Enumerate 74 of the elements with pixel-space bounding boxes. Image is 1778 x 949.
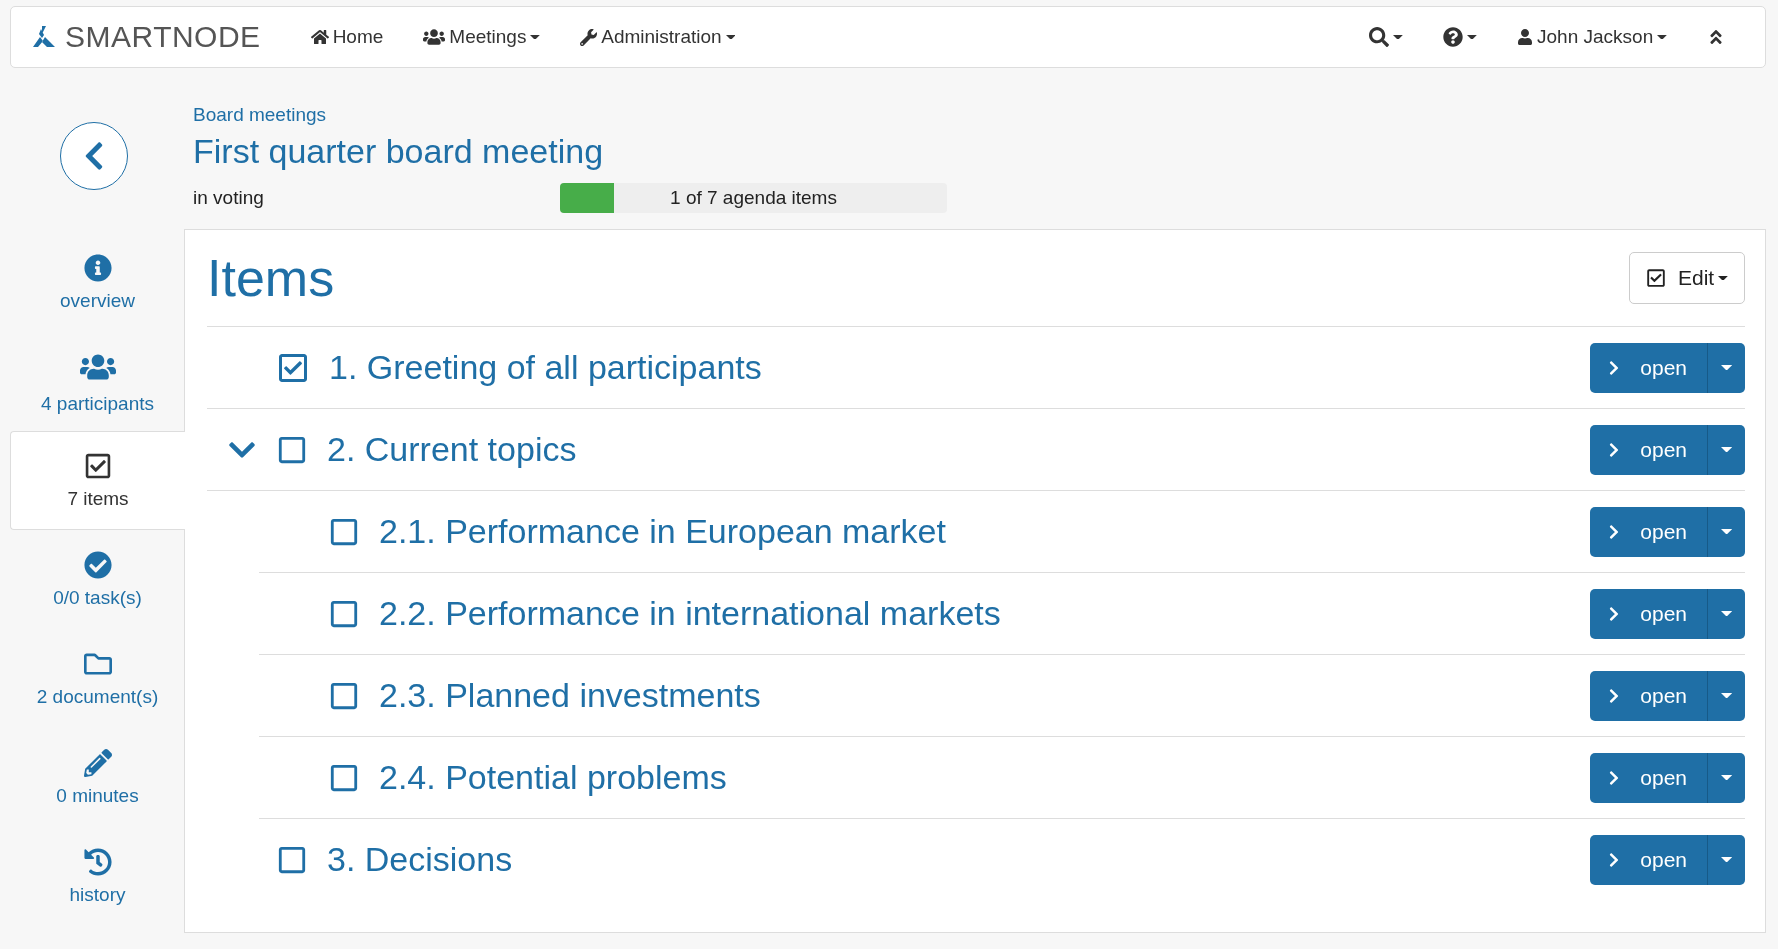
search-menu[interactable] bbox=[1369, 27, 1404, 47]
checkbox-icon bbox=[84, 451, 112, 480]
dropdown-toggle[interactable] bbox=[1708, 670, 1745, 721]
sidebar-tab[interactable]: 0 minutes bbox=[10, 728, 184, 827]
sidebar-tab[interactable]: 4 participants bbox=[10, 332, 184, 431]
wrench-icon bbox=[580, 28, 598, 46]
sidebar-tab[interactable]: history bbox=[10, 827, 184, 926]
sidebar-tab[interactable]: overview bbox=[10, 233, 184, 332]
open-button[interactable]: open bbox=[1590, 424, 1708, 475]
caret-icon bbox=[725, 34, 736, 40]
nav-link[interactable]: Administration bbox=[580, 26, 736, 48]
caret-icon bbox=[1720, 364, 1733, 371]
caret-icon bbox=[1467, 34, 1477, 40]
dropdown-toggle[interactable] bbox=[1708, 834, 1745, 885]
agenda-item-title[interactable]: 2.2. Performance in international markets bbox=[379, 594, 1591, 633]
open-button[interactable]: open bbox=[1590, 588, 1708, 639]
open-button[interactable]: open bbox=[1590, 670, 1708, 721]
user-icon bbox=[1517, 29, 1533, 45]
checkbox[interactable] bbox=[329, 680, 359, 711]
caret-icon bbox=[1720, 774, 1733, 781]
progress-label: 1 of 7 agenda items bbox=[670, 187, 837, 209]
history-icon bbox=[83, 847, 112, 876]
help-icon bbox=[1443, 27, 1464, 47]
collapse-icon[interactable] bbox=[1707, 28, 1725, 46]
open-button[interactable]: open bbox=[1590, 506, 1708, 557]
brand-name: SMARTNODE bbox=[65, 20, 261, 54]
users-icon bbox=[423, 26, 446, 48]
checkbox[interactable] bbox=[329, 598, 359, 629]
caret-icon bbox=[1720, 446, 1733, 453]
edit-button[interactable]: Edit bbox=[1629, 252, 1745, 304]
nav-link[interactable]: Meetings bbox=[423, 26, 541, 48]
meeting-title: First quarter board meeting bbox=[193, 132, 605, 171]
agenda-item-title[interactable]: 3. Decisions bbox=[327, 840, 1591, 879]
agenda-item-title[interactable]: 1. Greeting of all participants bbox=[329, 348, 1591, 387]
caret-icon bbox=[1720, 610, 1733, 617]
caret-icon bbox=[530, 34, 541, 40]
info-icon bbox=[83, 253, 112, 282]
logo-icon bbox=[31, 25, 57, 49]
caret-icon bbox=[1718, 275, 1728, 281]
panel-title: Items bbox=[207, 248, 335, 308]
open-button[interactable]: open bbox=[1590, 342, 1708, 393]
open-button[interactable]: open bbox=[1590, 834, 1708, 885]
agenda-item-title[interactable]: 2. Current topics bbox=[327, 430, 1591, 469]
checkbox[interactable] bbox=[277, 844, 307, 875]
checkbox[interactable] bbox=[329, 762, 359, 793]
sidebar-tab[interactable]: 7 items bbox=[10, 431, 185, 530]
caret-icon bbox=[1720, 856, 1733, 863]
dropdown-toggle[interactable] bbox=[1708, 424, 1745, 475]
checkbox[interactable] bbox=[277, 351, 309, 384]
sidebar-tab[interactable]: 0/0 task(s) bbox=[10, 530, 184, 629]
agenda-item-title[interactable]: 2.3. Planned investments bbox=[379, 676, 1591, 715]
caret-icon bbox=[1720, 528, 1733, 535]
agenda-item-title[interactable]: 2.4. Potential problems bbox=[379, 758, 1591, 797]
dropdown-toggle[interactable] bbox=[1708, 342, 1745, 393]
open-button[interactable]: open bbox=[1590, 752, 1708, 803]
dropdown-toggle[interactable] bbox=[1708, 506, 1745, 557]
agenda-item-title[interactable]: 2.1. Performance in European market bbox=[379, 512, 1591, 551]
breadcrumb-link[interactable]: Board meetings bbox=[193, 104, 327, 126]
nav-link[interactable]: Home bbox=[310, 26, 384, 48]
dropdown-toggle[interactable] bbox=[1708, 588, 1745, 639]
user-menu[interactable]: John Jackson bbox=[1517, 26, 1667, 48]
checkbox-icon bbox=[1646, 268, 1666, 288]
search-icon bbox=[1369, 27, 1390, 47]
meeting-status: in voting bbox=[193, 187, 265, 209]
caret-icon bbox=[1657, 34, 1667, 40]
home-icon bbox=[310, 28, 329, 46]
sidebar-tab[interactable]: 2 document(s) bbox=[10, 629, 184, 728]
checkbox[interactable] bbox=[329, 516, 359, 547]
dropdown-toggle[interactable] bbox=[1708, 752, 1745, 803]
checkbox[interactable] bbox=[277, 434, 307, 465]
caret-icon bbox=[1720, 692, 1733, 699]
caret-icon bbox=[1393, 34, 1404, 40]
pencil-icon bbox=[83, 748, 112, 777]
help-menu[interactable] bbox=[1443, 27, 1477, 47]
